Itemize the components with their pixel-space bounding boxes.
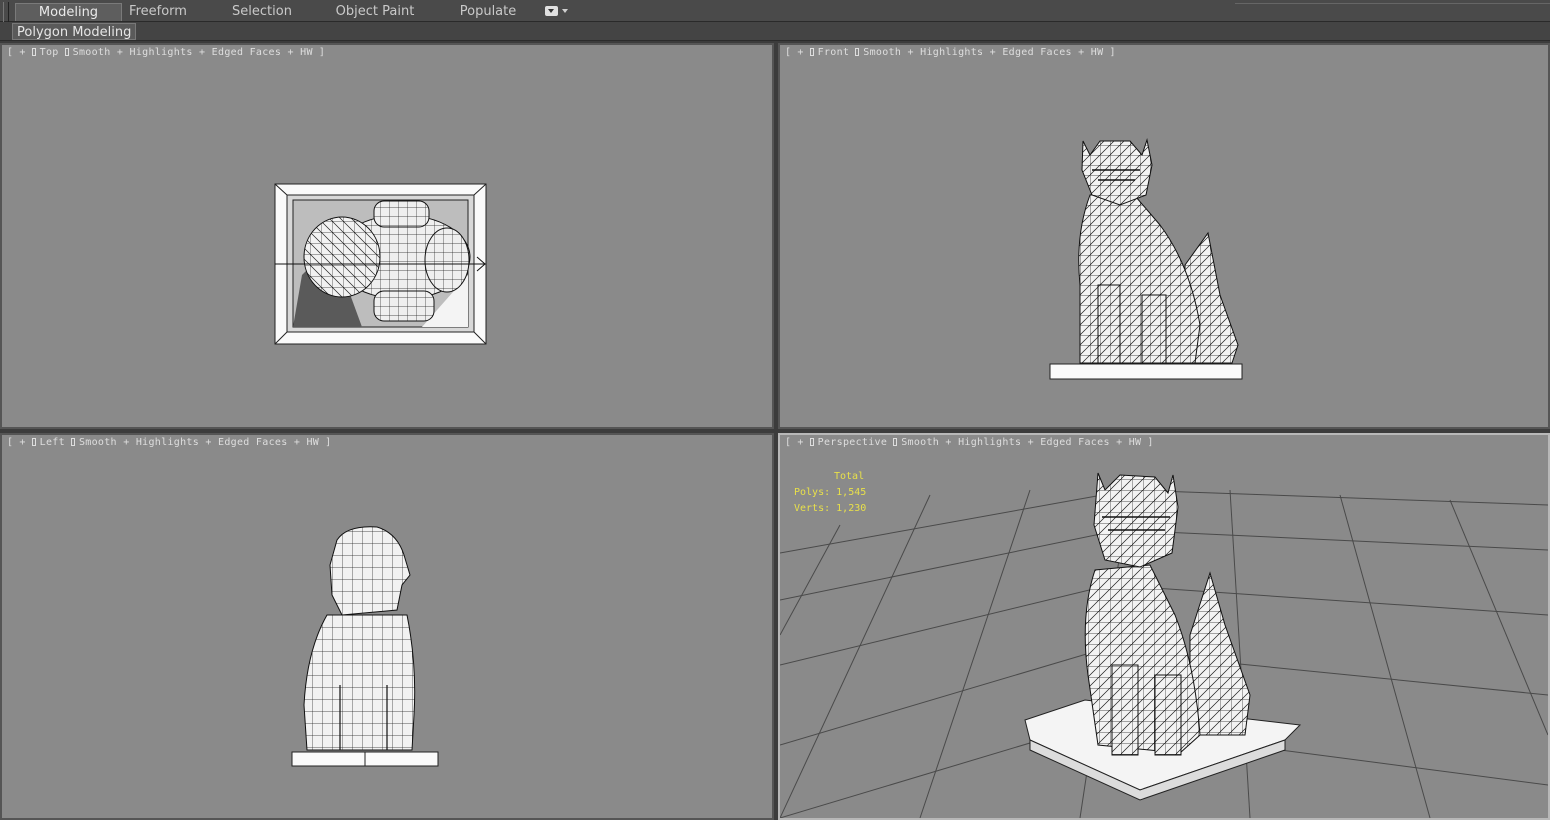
perspective-grid [780, 472, 1548, 818]
ribbon-panel-bar [0, 22, 1550, 41]
viewport-front[interactable]: [+ Front Smooth + Highlights + Edged Faces… [778, 43, 1550, 429]
stats-verts-row: Verts: 1,230 [794, 501, 866, 517]
viewport-point-of-view-menu[interactable]: Perspective [818, 437, 888, 448]
tab-selection[interactable]: Selection [225, 3, 299, 21]
viewport-general-menu[interactable]: + [797, 437, 803, 448]
stats-polys-value: 1,545 [836, 487, 867, 498]
ribbon-options-menu[interactable] [545, 6, 569, 18]
viewport-top[interactable]: [+ Top Smooth + Highlights + Edged Faces +… [0, 43, 774, 429]
polygon-modeling-panel-button[interactable]: Polygon Modeling [12, 23, 137, 40]
stats-polys-row: Polys: 1,545 [794, 485, 866, 501]
ribbon-divider [1235, 3, 1550, 4]
front-view-model [1049, 138, 1243, 380]
stats-verts-label: Verts: [794, 503, 831, 514]
viewport-left[interactable]: [+ Left Smooth + Highlights + Edged Faces … [0, 433, 774, 820]
left-view-model [291, 526, 439, 767]
tab-modeling[interactable]: Modeling [15, 3, 122, 21]
stats-verts-value: 1,230 [836, 503, 867, 514]
scene-statistics: Total Polys: 1,545 Verts: 1,230 [794, 469, 866, 517]
stats-total-label: Total [834, 471, 865, 482]
viewport-bracket-close: ] [1147, 437, 1154, 448]
chevron-down-icon [562, 9, 568, 13]
viewport-label-perspective: [ + Perspective Smooth + Highlights + Edged… [785, 437, 1160, 448]
stats-polys-label: Polys: [794, 487, 831, 498]
top-view-model [274, 183, 487, 345]
viewport-perspective[interactable]: [ + Perspective Smooth + Highlights + Edged… [778, 433, 1550, 820]
viewport-shading-menu[interactable]: Smooth + Highlights + Edged Faces + HW [901, 437, 1141, 448]
viewport-bracket-open: [ [785, 437, 792, 448]
dropdown-arrow-icon [545, 6, 558, 16]
tab-populate[interactable]: Populate [452, 3, 524, 21]
tab-object-paint[interactable]: Object Paint [330, 3, 420, 21]
tab-freeform[interactable]: Freeform [120, 3, 196, 21]
